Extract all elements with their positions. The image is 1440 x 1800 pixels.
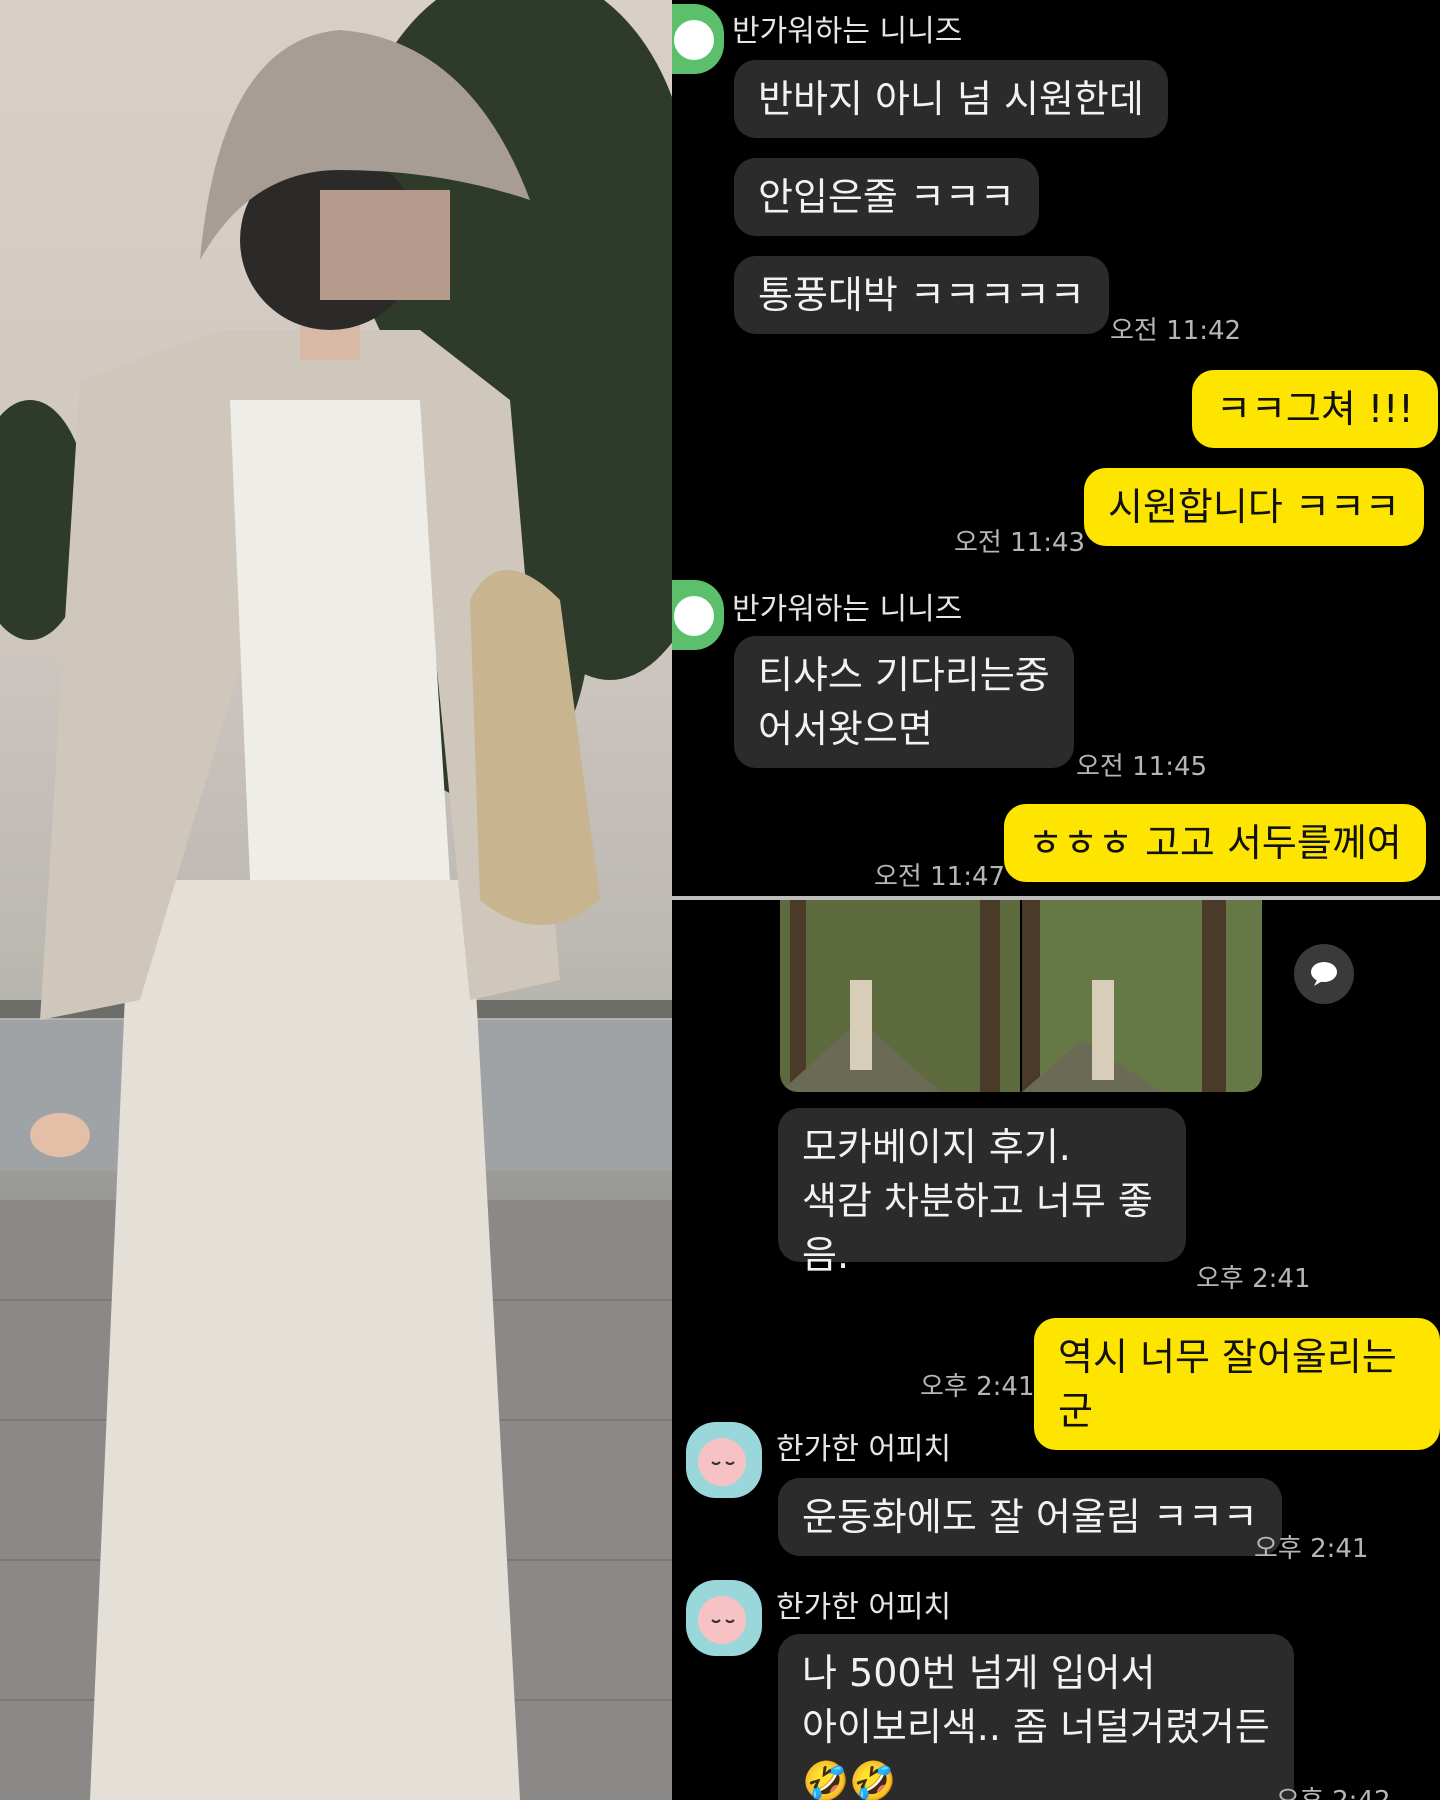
my-message-bubble[interactable]: 역시 너무 잘어울리는군 — [1034, 1318, 1440, 1450]
chat-screenshot-bottom: 모카베이지 후기. 색감 차분하고 너무 좋음. 오후 2:41 역시 너무 잘… — [672, 900, 1440, 1800]
forest-photo-thumbnail[interactable] — [780, 900, 1020, 1092]
my-message-bubble[interactable]: 시원합니다 ㅋㅋㅋ — [1084, 468, 1424, 546]
fashion-photo — [0, 0, 672, 1800]
sender-name: 반가워하는 니니즈 — [732, 592, 963, 627]
forest-photo-2 — [1022, 900, 1262, 1092]
sender-avatar[interactable] — [686, 1580, 762, 1656]
sender-name: 한가한 어피치 — [776, 1432, 952, 1467]
message-bubble[interactable]: 운동화에도 잘 어울림 ㅋㅋㅋ — [778, 1478, 1282, 1556]
message-time: 오후 2:41 — [920, 1372, 1035, 1402]
message-time: 오후 2:41 — [1196, 1264, 1311, 1294]
message-bubble[interactable]: 안입은줄 ㅋㅋㅋ — [734, 158, 1039, 236]
sender-avatar[interactable] — [672, 4, 724, 74]
message-time: 오후 2:41 — [1254, 1534, 1369, 1564]
message-time: 오전 11:47 — [874, 862, 1006, 892]
sender-name: 반가워하는 니니즈 — [732, 14, 963, 49]
chat-screenshot-top: 반가워하는 니니즈 반바지 아니 넘 시원한데 안입은줄 ㅋㅋㅋ 통풍대박 ㅋㅋ… — [672, 0, 1440, 896]
message-bubble[interactable]: 반바지 아니 넘 시원한데 — [734, 60, 1168, 138]
share-button[interactable] — [1294, 944, 1354, 1004]
apeach-avatar-icon — [698, 1438, 746, 1486]
sender-avatar[interactable] — [672, 580, 724, 650]
message-bubble[interactable]: 통풍대박 ㅋㅋㅋㅋㅋ — [734, 256, 1109, 334]
my-message-bubble[interactable]: ㅎㅎㅎ 고고 서두를께여 — [1004, 804, 1426, 882]
ninize-avatar-icon — [674, 20, 714, 60]
chat-bubble-icon — [1311, 962, 1337, 986]
sender-name: 한가한 어피치 — [776, 1590, 952, 1625]
forest-photo-1 — [780, 900, 1020, 1092]
message-bubble[interactable]: 모카베이지 후기. 색감 차분하고 너무 좋음. — [778, 1108, 1186, 1277]
ninize-avatar-icon — [674, 596, 714, 636]
sender-avatar[interactable] — [686, 1422, 762, 1498]
message-time: 오후 2:42 — [1276, 1780, 1391, 1800]
apeach-avatar-icon — [698, 1596, 746, 1644]
my-message-bubble[interactable]: ㅋㅋ그쳐 !!! — [1192, 370, 1438, 448]
message-bubble[interactable]: 나 500번 넘게 입어서 아이보리색.. 좀 너덜거렸거든 🤣🤣 — [778, 1634, 1294, 1800]
message-bubble[interactable]: 티샤스 기다리는중 어서왓으면 — [734, 636, 1074, 768]
message-time: 오전 11:42 — [1110, 316, 1242, 346]
forest-photo-thumbnail[interactable] — [1022, 900, 1262, 1092]
message-time: 오전 11:45 — [1076, 752, 1208, 782]
photo-illustration — [0, 0, 672, 1800]
message-time: 오전 11:43 — [954, 528, 1086, 558]
